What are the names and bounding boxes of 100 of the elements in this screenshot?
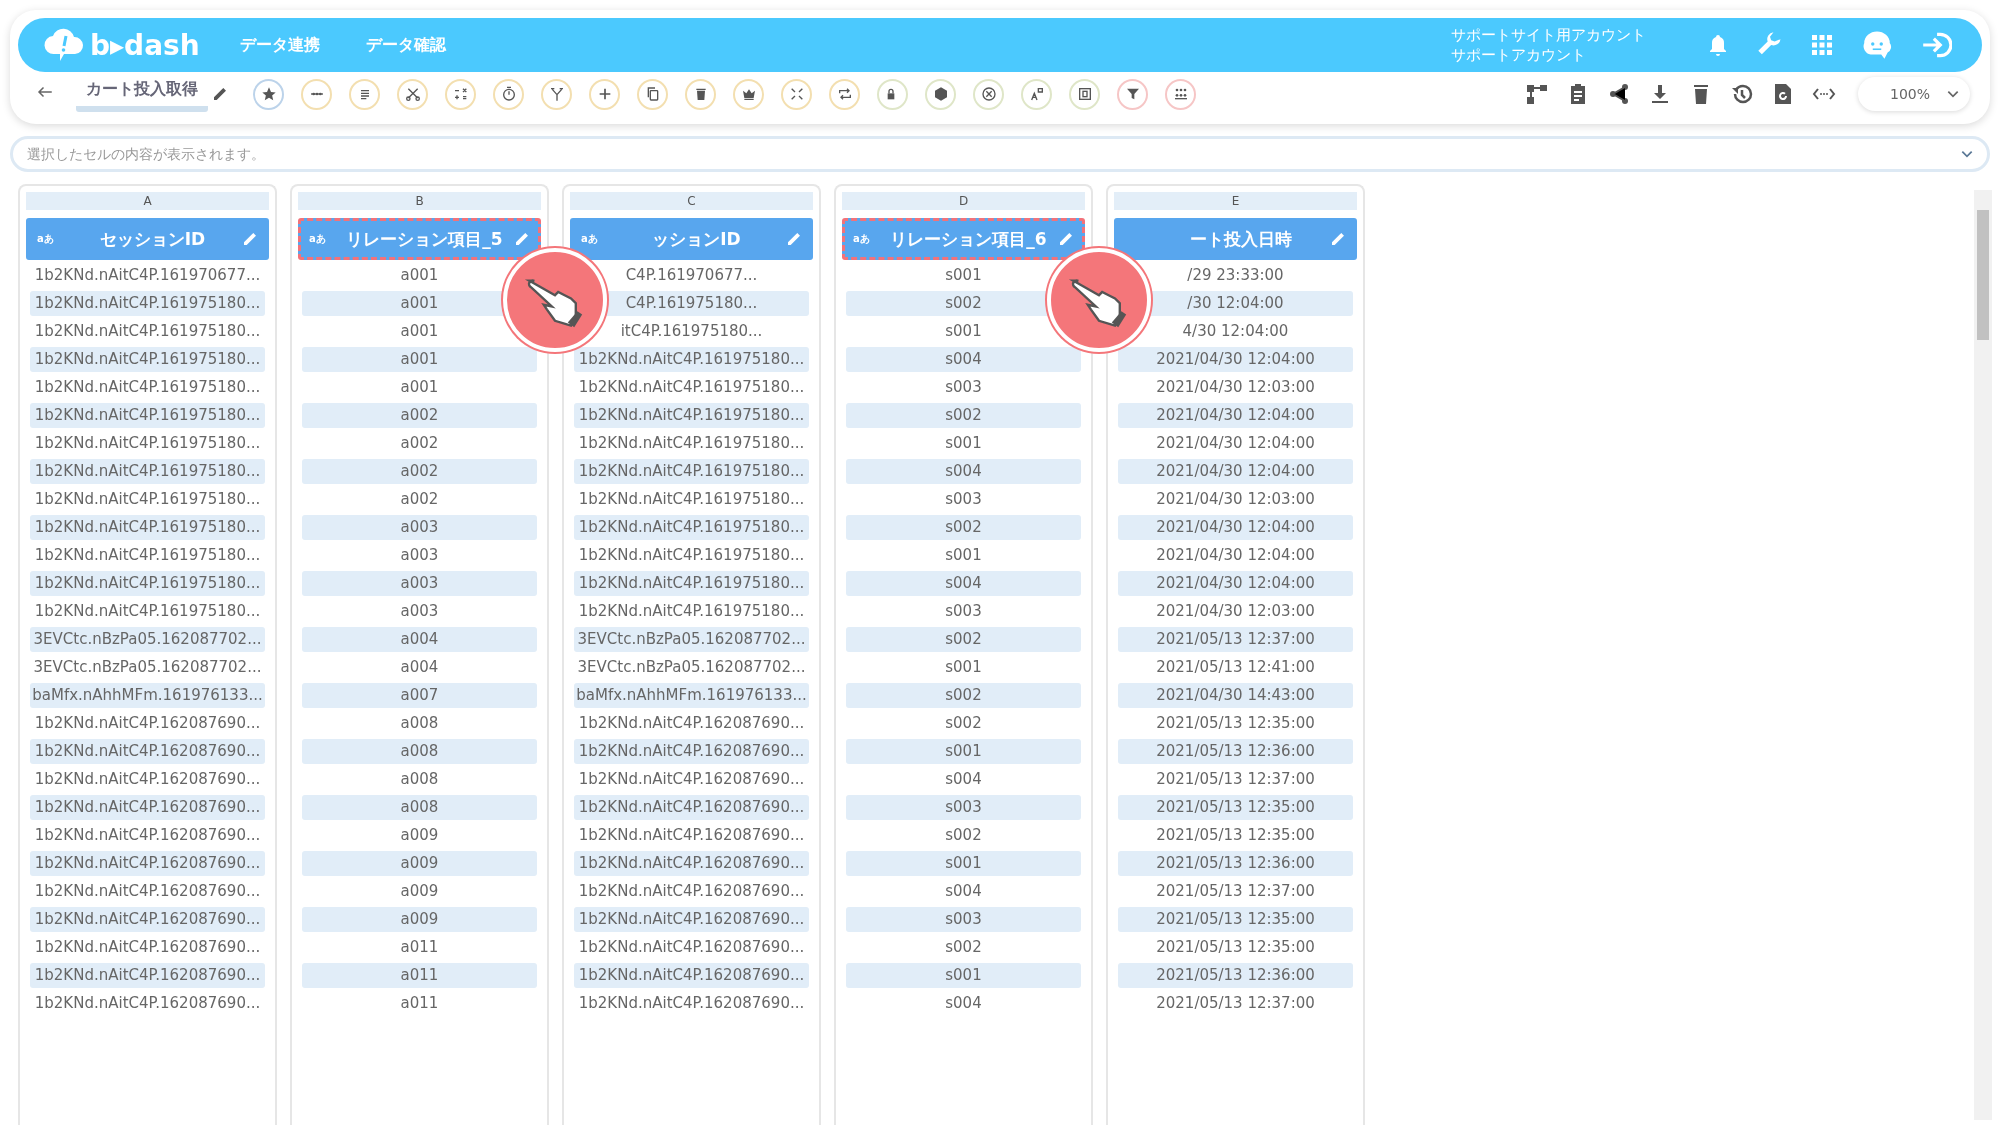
table-cell-text: 2021/05/13 12:37:00 xyxy=(1155,769,1316,790)
type-label: aあ xyxy=(309,232,327,246)
type-label: aあ xyxy=(581,232,599,246)
table-cell: a002 xyxy=(302,403,537,428)
column-name: ート投入日時 xyxy=(1188,227,1293,251)
table-cell: a011 xyxy=(302,963,537,988)
crown-icon[interactable] xyxy=(733,78,764,110)
table-cell-text: 1b2KNd.nAitC4P.162087690... xyxy=(577,937,806,958)
column-name: セッションID xyxy=(98,227,207,251)
table-cell: 1b2KNd.nAitC4P.161975180... xyxy=(574,459,809,484)
lines-icon[interactable] xyxy=(349,78,380,110)
trash-icon[interactable] xyxy=(685,78,716,110)
table-cell-text: a008 xyxy=(399,769,440,790)
table-cell-text: 2021/05/13 12:35:00 xyxy=(1155,937,1316,958)
table-cell-text: 3EVCtc.nBzPa05.162087702... xyxy=(576,657,807,678)
lock-icon[interactable] xyxy=(877,78,908,110)
table-cell: 1b2KNd.nAitC4P.162087690... xyxy=(30,963,265,988)
account-name: サポートアカウント xyxy=(1451,45,1587,65)
repeat-icon[interactable] xyxy=(829,78,860,110)
table-cell-text: s003 xyxy=(944,601,983,622)
table-cell-text: a003 xyxy=(399,601,440,622)
zoom-dropdown[interactable]: 100% xyxy=(1858,77,1970,111)
table-cell-text: 1b2KNd.nAitC4P.161975180... xyxy=(33,377,262,398)
people-grid-icon[interactable] xyxy=(1165,78,1196,110)
branch-icon[interactable] xyxy=(541,78,572,110)
x-circle-icon[interactable] xyxy=(973,78,1004,110)
table-cell: 3EVCtc.nBzPa05.162087702... xyxy=(30,627,265,652)
plus-icon[interactable] xyxy=(589,78,620,110)
hierarchy-icon[interactable] xyxy=(1525,82,1549,106)
table-cell: s003 xyxy=(846,795,1081,820)
scrollbar[interactable] xyxy=(1974,190,1992,1120)
table-cell-text: 1b2KNd.nAitC4P.162087690... xyxy=(577,769,806,790)
calculator-icon[interactable] xyxy=(445,78,476,110)
table-cell-text: 1b2KNd.nAitC4P.162087690... xyxy=(33,713,262,734)
table-cell: s002 xyxy=(846,515,1081,540)
table-cell: a003 xyxy=(302,571,537,596)
table-cell: a004 xyxy=(302,627,537,652)
table-cell-text: 2021/05/13 12:37:00 xyxy=(1155,881,1316,902)
cloud-logo-icon xyxy=(44,28,84,62)
table-cell: s001 xyxy=(846,963,1081,988)
table-cell: 2021/04/30 14:43:00 xyxy=(1118,683,1353,708)
table-cell: 2021/05/13 12:35:00 xyxy=(1118,795,1353,820)
column-letter[interactable]: A xyxy=(26,192,269,210)
table-cell-text: 2021/04/30 12:03:00 xyxy=(1155,377,1316,398)
table-cell-text: a011 xyxy=(399,993,440,1014)
table-cell-text: s004 xyxy=(944,993,983,1014)
table-cell-text: a002 xyxy=(399,433,440,454)
copy-icon[interactable] xyxy=(637,78,668,110)
table-cell-text: s004 xyxy=(944,769,983,790)
table-cell-text: a003 xyxy=(399,545,440,566)
table-cell-text: 1b2KNd.nAitC4P.162087690... xyxy=(33,993,262,1014)
table-cell-text: itC4P.161975180... xyxy=(619,321,764,342)
pencil-icon[interactable] xyxy=(212,86,228,102)
table-cell-text: 1b2KNd.nAitC4P.161975180... xyxy=(33,489,262,510)
table-cell-text: 2021/05/13 12:41:00 xyxy=(1155,657,1316,678)
table-cell: a001 xyxy=(302,347,537,372)
column-letter[interactable]: B xyxy=(298,192,541,210)
table-cell: s004 xyxy=(846,571,1081,596)
table-cell-text: s001 xyxy=(944,433,983,454)
table-cell: 2021/05/13 12:36:00 xyxy=(1118,963,1353,988)
table-cell: 1b2KNd.nAitC4P.161975180... xyxy=(30,515,265,540)
table-cell-text: 1b2KNd.nAitC4P.162087690... xyxy=(577,993,806,1014)
table-cell-text: a001 xyxy=(399,321,440,342)
column-letter[interactable]: E xyxy=(1114,192,1357,210)
scissors-icon[interactable] xyxy=(397,78,428,110)
table-cell-text: 1b2KNd.nAitC4P.161975180... xyxy=(577,489,806,510)
table-cell-text: a009 xyxy=(399,881,440,902)
filter-icon[interactable] xyxy=(1117,78,1148,110)
table-cell: 1b2KNd.nAitC4P.161975180... xyxy=(574,515,809,540)
type-label: aあ xyxy=(37,232,55,246)
table-cell-text: 2021/04/30 12:04:00 xyxy=(1155,433,1316,454)
table-cell: 2021/05/13 12:35:00 xyxy=(1118,907,1353,932)
table-cell: s001 xyxy=(846,851,1081,876)
table-cell-text: 2021/05/13 12:35:00 xyxy=(1155,825,1316,846)
table-cell-text: 1b2KNd.nAitC4P.162087690... xyxy=(33,937,262,958)
account-site: サポートサイト用アカウント xyxy=(1451,25,1646,45)
column-letter[interactable]: C xyxy=(570,192,813,210)
table-cell: s004 xyxy=(846,347,1081,372)
share-icon[interactable] xyxy=(1607,82,1631,106)
table-cell: 1b2KNd.nAitC4P.161975180... xyxy=(30,571,265,596)
cell-content-field[interactable]: 選択したセルの内容が表示されます。 xyxy=(10,136,1990,172)
table-cell-text: a004 xyxy=(399,657,440,678)
sheet-title-tab[interactable]: カート投入取得 xyxy=(76,76,208,112)
table-cell-text: 2021/05/13 12:37:00 xyxy=(1155,993,1316,1014)
table-cell-text: 3EVCtc.nBzPa05.162087702... xyxy=(32,657,263,678)
column-letter[interactable]: D xyxy=(842,192,1085,210)
table-cell-text: 1b2KNd.nAitC4P.162087690... xyxy=(577,825,806,846)
table-cell: 2021/04/30 12:04:00 xyxy=(1118,403,1353,428)
history-icon[interactable] xyxy=(1730,82,1754,106)
table-cell-text: 1b2KNd.nAitC4P.161975180... xyxy=(577,433,806,454)
table-cell: a008 xyxy=(302,739,537,764)
stopwatch-icon[interactable] xyxy=(493,78,524,110)
table-cell: 2021/04/30 12:04:00 xyxy=(1118,347,1353,372)
table-cell-text: a002 xyxy=(399,489,440,510)
table-cell: 1b2KNd.nAitC4P.161975180... xyxy=(30,291,265,316)
table-cell: s001 xyxy=(846,739,1081,764)
table-cell: 1b2KNd.nAitC4P.161975180... xyxy=(30,459,265,484)
table-cell: 1b2KNd.nAitC4P.162087690... xyxy=(574,795,809,820)
table-cell: a007 xyxy=(302,683,537,708)
table-cell: s002 xyxy=(846,403,1081,428)
